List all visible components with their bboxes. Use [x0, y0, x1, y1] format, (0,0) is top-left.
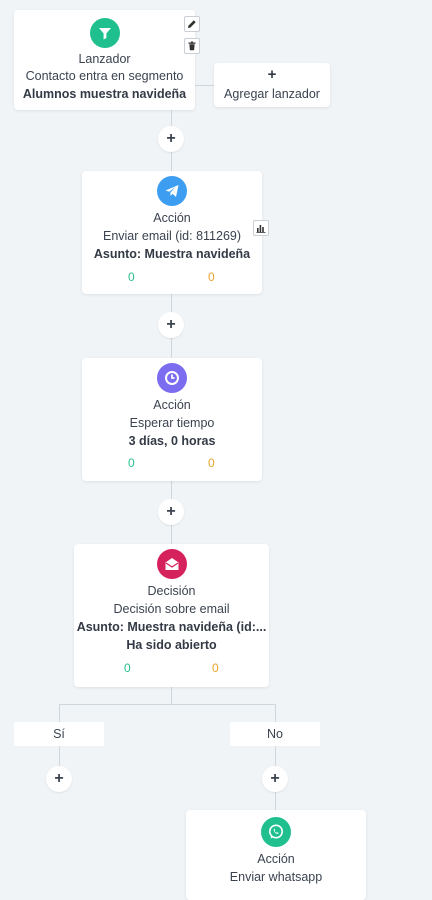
plus-icon: +: [270, 770, 280, 787]
trash-icon: [188, 41, 196, 51]
branch-no-label: No: [230, 722, 320, 746]
edit-button[interactable]: [184, 16, 200, 32]
paper-plane-icon: [157, 176, 187, 206]
stat-sent-count: 0: [128, 456, 135, 470]
add-step-button[interactable]: +: [158, 499, 184, 525]
action-wait-duration: 3 días, 0 horas: [128, 434, 216, 448]
trigger-connector: [195, 85, 214, 86]
plus-icon: +: [267, 67, 277, 82]
stat-pending-count: 0: [208, 456, 215, 470]
open-envelope-icon: [156, 549, 187, 579]
action-email-subject: Asunto: Muestra navideña: [93, 247, 251, 261]
trigger-card[interactable]: Lanzador Contacto entra en segmento Alum…: [14, 10, 195, 110]
stat-sent-count: 0: [124, 661, 131, 675]
trigger-detail: Alumnos muestra navideña: [22, 87, 187, 101]
filter-icon: [89, 18, 120, 48]
decision-card[interactable]: Decisión Decisión sobre email Asunto: Mu…: [74, 544, 269, 687]
add-step-no-button[interactable]: +: [262, 766, 288, 792]
action-whatsapp-title: Acción: [257, 852, 295, 866]
plus-icon: +: [54, 770, 64, 787]
action-email-title: Acción: [153, 211, 191, 225]
add-trigger-card[interactable]: + Agregar lanzador: [214, 63, 330, 107]
delete-button[interactable]: [184, 38, 200, 54]
decision-condition: Ha sido abierto: [126, 638, 217, 652]
connector-line: [275, 704, 276, 722]
action-email-subtitle: Enviar email (id: 811269): [102, 229, 242, 243]
action-wait-subtitle: Esperar tiempo: [129, 416, 215, 430]
clock-icon: [157, 363, 187, 393]
decision-subject: Asunto: Muestra navideña (id:...: [76, 620, 267, 634]
whatsapp-icon: [261, 817, 291, 847]
stats-button[interactable]: [253, 220, 269, 236]
stat-sent-count: 0: [128, 270, 135, 284]
branch-line: [59, 704, 276, 705]
decision-title: Decisión: [147, 584, 196, 598]
stat-pending-count: 0: [212, 661, 219, 675]
connector-line: [171, 687, 172, 705]
connector-line: [275, 746, 276, 768]
pencil-icon: [188, 20, 196, 28]
trigger-subtitle: Contacto entra en segmento: [25, 69, 184, 83]
add-step-button[interactable]: +: [158, 126, 184, 152]
action-whatsapp-subtitle: Enviar whatsapp: [229, 870, 323, 884]
add-step-yes-button[interactable]: +: [46, 766, 72, 792]
action-wait-title: Acción: [153, 398, 191, 412]
plus-icon: +: [166, 316, 176, 333]
add-step-button[interactable]: +: [158, 312, 184, 338]
action-wait-card[interactable]: Acción Esperar tiempo 3 días, 0 horas 0 …: [82, 358, 262, 481]
add-trigger-label: Agregar lanzador: [224, 87, 320, 101]
plus-icon: +: [166, 130, 176, 147]
action-email-card[interactable]: Acción Enviar email (id: 811269) Asunto:…: [82, 171, 262, 294]
plus-icon: +: [166, 503, 176, 520]
bar-chart-icon: [256, 225, 266, 233]
stat-pending-count: 0: [208, 270, 215, 284]
connector-line: [59, 746, 60, 768]
action-whatsapp-card[interactable]: Acción Enviar whatsapp: [186, 810, 366, 900]
connector-line: [275, 792, 276, 810]
trigger-title: Lanzador: [78, 52, 131, 66]
decision-subtitle: Decisión sobre email: [113, 602, 230, 616]
branch-yes-label: Sí: [14, 722, 104, 746]
connector-line: [59, 704, 60, 722]
